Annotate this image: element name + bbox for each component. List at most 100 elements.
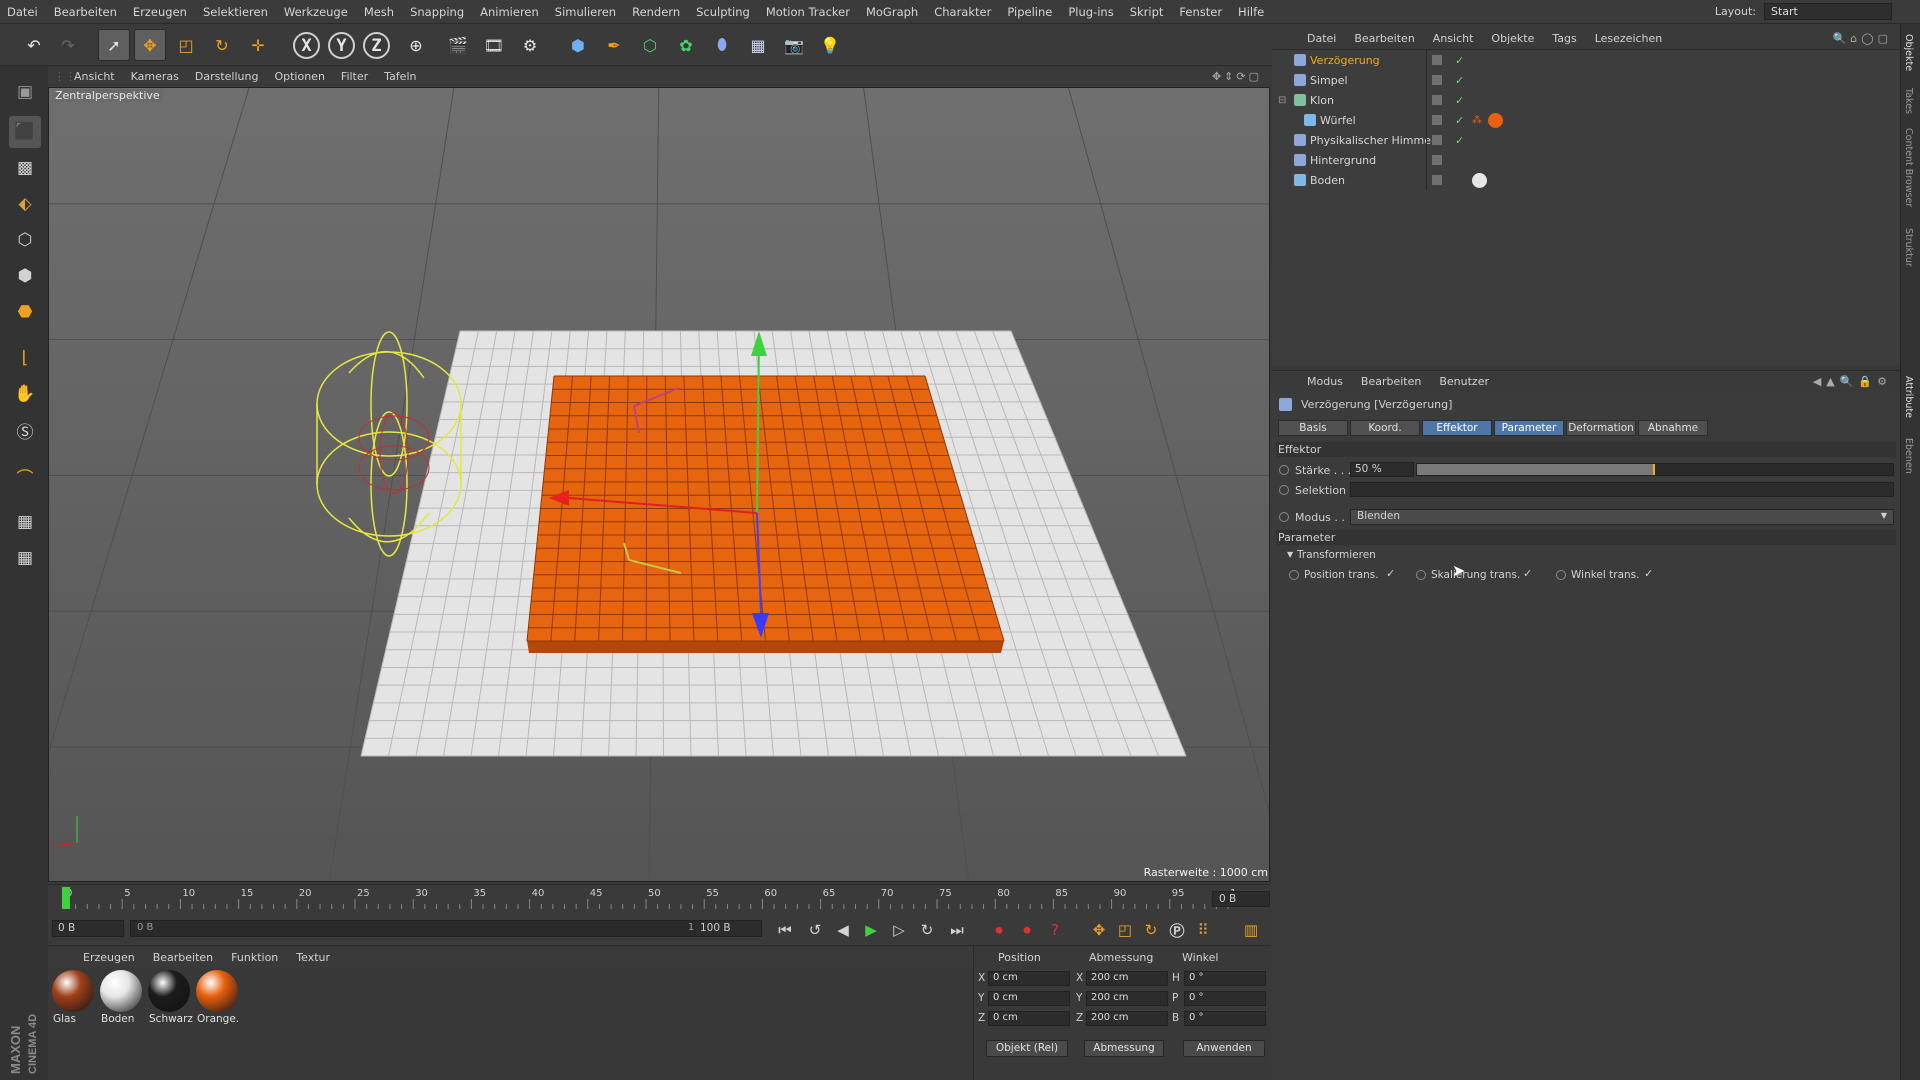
group-transformieren[interactable]: Transformieren [1297, 549, 1376, 561]
menu-hilfe[interactable]: Hilfe [1231, 5, 1273, 19]
enabled-check-icon[interactable]: ✓ [1455, 74, 1464, 87]
enabled-check-icon[interactable]: ✓ [1455, 94, 1464, 107]
current-frame-display[interactable]: 0 B [1212, 891, 1270, 907]
object-name[interactable]: Klon [1310, 94, 1334, 107]
rotation-h-field[interactable]: 0 ° [1184, 971, 1266, 986]
record-icon[interactable]: ⏺ [988, 919, 1010, 941]
object-row[interactable]: Physikalischer Himmel ✓ [1272, 130, 1900, 150]
selection-animate-radio[interactable] [1279, 485, 1289, 495]
position-trans-checkbox[interactable]: ✓ [1386, 567, 1395, 580]
mode-animate-radio[interactable] [1279, 512, 1289, 522]
scale-icon[interactable]: ◰ [170, 29, 202, 61]
select-icon[interactable]: ➚ [98, 29, 130, 61]
visibility-icon[interactable] [1432, 135, 1442, 145]
key-position-icon[interactable]: ✥ [1088, 919, 1110, 941]
material-menu-textur[interactable]: Textur [287, 951, 339, 964]
apply-button[interactable]: Anwenden [1183, 1040, 1265, 1057]
enabled-check-icon[interactable]: ✓ [1455, 114, 1464, 127]
vtab-attribute[interactable]: Attribute [1903, 376, 1914, 418]
material-preview[interactable] [100, 970, 142, 1012]
menu-motion-tracker[interactable]: Motion Tracker [759, 5, 859, 19]
cube-icon[interactable]: ⬢ [562, 29, 594, 61]
goto-start-icon[interactable]: ⏮ [774, 919, 796, 941]
goto-end-icon[interactable]: ⏭ [946, 919, 968, 941]
am-menu-benutzer[interactable]: Benutzer [1430, 375, 1498, 388]
material-item[interactable]: Glas [50, 970, 96, 1025]
size-z-field[interactable]: 200 cm [1086, 1011, 1168, 1026]
tab-abnahme[interactable]: Abnahme [1638, 420, 1708, 436]
om-menu-lesezeichen[interactable]: Lesezeichen [1586, 32, 1672, 45]
strength-field[interactable]: 50 % [1350, 462, 1414, 477]
deformer-icon[interactable]: ⬮ [706, 29, 738, 61]
next-frame-icon[interactable]: ▷ [888, 919, 910, 941]
timeline-ticks[interactable]: 0510152025303540455055606570758085909510… [60, 885, 1236, 911]
coord-size-dropdown[interactable]: Abmessung [1084, 1040, 1164, 1057]
menu-snapping[interactable]: Snapping [403, 5, 473, 19]
prev-frame-icon[interactable]: ◀ [832, 919, 854, 941]
visibility-icon[interactable] [1432, 95, 1442, 105]
visibility-icon[interactable] [1432, 155, 1442, 165]
angle-animate-radio[interactable] [1556, 570, 1566, 580]
key-parameter-icon[interactable]: Ⓟ [1166, 919, 1188, 941]
rotate-icon[interactable]: ↻ [206, 29, 238, 61]
menu-rendern[interactable]: Rendern [625, 5, 689, 19]
material-preview[interactable] [148, 970, 190, 1012]
am-menu-modus[interactable]: Modus [1298, 375, 1352, 388]
pen-icon[interactable]: ✒ [598, 29, 630, 61]
render-picture-icon[interactable]: 🎞 [478, 29, 510, 61]
transform-icon[interactable]: ✛ [242, 29, 274, 61]
tab-parameter[interactable]: Parameter [1494, 420, 1564, 436]
viewport-menu-darstellung[interactable]: Darstellung [187, 70, 267, 83]
material-tag-icon[interactable] [1488, 112, 1503, 128]
autokey-icon[interactable]: ⏺ [1016, 919, 1038, 941]
array-icon[interactable]: ✿ [670, 29, 702, 61]
menu-animieren[interactable]: Animieren [473, 5, 548, 19]
object-name[interactable]: Verzögerung [1310, 54, 1380, 67]
mode-dropdown[interactable]: Blenden ▼ [1350, 509, 1894, 525]
polygon-mode-icon[interactable]: ⬣ [9, 296, 41, 328]
viewport-menu-kameras[interactable]: Kameras [123, 70, 187, 83]
menu-selektieren[interactable]: Selektieren [196, 5, 277, 19]
light-icon[interactable]: 💡 [814, 29, 846, 61]
phong-tag-icon[interactable]: ⁂ [1472, 115, 1482, 126]
collapse-icon[interactable]: ⊟ [1278, 95, 1286, 106]
am-nav-icons[interactable]: ◀▲🔍🔒⚙ [1813, 375, 1892, 388]
coord-mode-dropdown[interactable]: Objekt (Rel) [986, 1040, 1068, 1057]
edge-mode-icon[interactable]: ⬢ [9, 260, 41, 292]
vtab-takes[interactable]: Takes [1903, 88, 1914, 114]
tab-deformation[interactable]: Deformation [1566, 420, 1636, 436]
scale-animate-radio[interactable] [1416, 570, 1426, 580]
key-scale-icon[interactable]: ◰ [1114, 919, 1136, 941]
position-x-field[interactable]: 0 cm [988, 971, 1070, 986]
material-item[interactable]: Orange. [194, 970, 240, 1025]
axis-x-button[interactable]: X [293, 32, 320, 59]
om-menu-ansicht[interactable]: Ansicht [1424, 32, 1483, 45]
keyframe-selection-icon[interactable]: ? [1044, 919, 1066, 941]
visibility-icon[interactable] [1432, 55, 1442, 65]
axis-z-button[interactable]: Z [363, 32, 390, 59]
viewport-scene[interactable] [49, 88, 1270, 882]
object-row[interactable]: Simpel ✓ [1272, 70, 1900, 90]
key-rotation-icon[interactable]: ↻ [1140, 919, 1162, 941]
object-row[interactable]: ⊟ Klon ✓ [1272, 90, 1900, 110]
tab-koord[interactable]: Koord. [1350, 420, 1420, 436]
object-name[interactable]: Hintergrund [1310, 154, 1376, 167]
menu-skript[interactable]: Skript [1123, 5, 1173, 19]
vtab-content-browser[interactable]: Content Browser [1903, 128, 1914, 207]
snap-icon[interactable]: Ⓢ [9, 414, 41, 446]
object-name[interactable]: Boden [1310, 174, 1345, 187]
undo-icon[interactable]: ↶ [18, 29, 50, 61]
menu-charakter[interactable]: Charakter [927, 5, 1000, 19]
material-menu-erzeugen[interactable]: Erzeugen [74, 951, 144, 964]
viewport-menu-filter[interactable]: Filter [333, 70, 376, 83]
menu-datei[interactable]: Datei [0, 5, 47, 19]
frame-range-slider[interactable]: 0 B 100 B [130, 920, 734, 937]
menu-bearbeiten[interactable]: Bearbeiten [47, 5, 126, 19]
world-coords-icon[interactable]: ⊕ [400, 29, 432, 61]
menu-mograph[interactable]: MoGraph [859, 5, 927, 19]
end-frame-field[interactable]: 100 B [694, 920, 762, 937]
object-row[interactable]: Verzögerung ✓ [1272, 50, 1900, 70]
tab-basis[interactable]: Basis [1278, 420, 1348, 436]
make-editable-icon[interactable]: ▣ [9, 76, 41, 108]
scale-trans-checkbox[interactable]: ✓ [1523, 567, 1532, 580]
